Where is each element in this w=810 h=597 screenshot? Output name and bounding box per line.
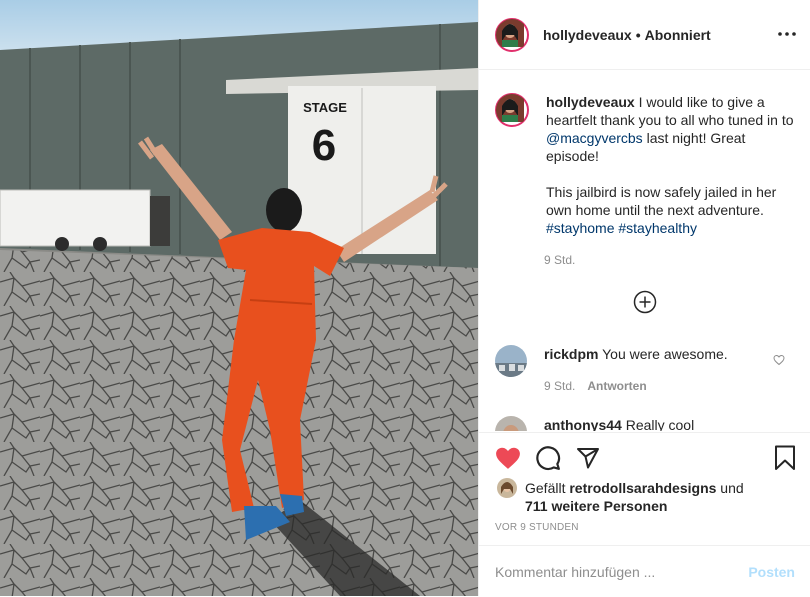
post-sidebar: hollydeveaux • Abonniert hollydeveaux I … (478, 0, 810, 596)
comments-list[interactable]: hollydeveaux I would like to give a hear… (479, 71, 810, 431)
mention-link[interactable]: @macgyvercbs (546, 130, 643, 146)
load-more-comments-icon[interactable] (633, 290, 657, 314)
instagram-post: STAGE 6 hollydeveaux • Abonniert hollyde… (0, 0, 810, 596)
likes-connector: und (716, 480, 744, 496)
commenter-username-link[interactable]: anthonys44 (544, 417, 622, 431)
likes-summary: Gefällt retrodollsarahdesigns und 711 we… (497, 478, 787, 515)
comment-text: You were awesome. (598, 346, 728, 362)
comment-timestamp[interactable]: 9 Std. (544, 377, 575, 395)
comment-input[interactable] (495, 563, 749, 580)
more-options-icon[interactable] (777, 24, 797, 44)
avatar-image (495, 345, 527, 377)
author-info: hollydeveaux • Abonniert (543, 27, 711, 43)
caption-timestamp[interactable]: 9 Std. (544, 253, 575, 267)
separator-dot: • (635, 26, 641, 43)
commenter-avatar[interactable] (495, 416, 527, 431)
avatar-image (496, 18, 524, 47)
comment-item: anthonys44 Really cool (495, 416, 795, 431)
author-username-link[interactable]: hollydeveaux (543, 27, 632, 43)
hashtag-link[interactable]: #stayhome (546, 220, 614, 236)
comment-item: rickdpm You were awesome. 9 Std. Antwort… (495, 345, 795, 395)
likes-count-link[interactable]: 711 weitere Personen (525, 498, 667, 514)
like-heart-icon[interactable] (495, 445, 521, 471)
caption: hollydeveaux I would like to give a hear… (495, 93, 794, 237)
bookmark-icon[interactable] (773, 445, 799, 471)
comment-bubble-icon[interactable] (535, 445, 561, 471)
avatar-image (497, 478, 517, 498)
author-avatar[interactable] (495, 17, 529, 52)
stage-number: 6 (312, 121, 336, 170)
likes-prefix: Gefällt (525, 480, 570, 496)
following-button[interactable]: Abonniert (645, 27, 711, 43)
liker-avatar[interactable] (497, 478, 517, 498)
commenter-username-link[interactable]: rickdpm (544, 346, 598, 362)
commenter-avatar[interactable] (495, 345, 527, 377)
add-comment-form: Posten (479, 545, 810, 597)
post-photo[interactable]: STAGE 6 (0, 0, 478, 596)
photo-illustration: STAGE 6 (0, 0, 478, 596)
post-header: hollydeveaux • Abonniert (479, 0, 810, 70)
comment-text: Really cool (621, 417, 695, 431)
stage-sign-text: STAGE (303, 100, 347, 115)
caption-text: hollydeveaux I would like to give a hear… (546, 93, 794, 237)
caption-avatar[interactable] (495, 93, 529, 127)
post-date[interactable]: VOR 9 STUNDEN (495, 522, 579, 533)
avatar-image (496, 94, 524, 122)
reply-button[interactable]: Antworten (587, 377, 646, 395)
post-comment-button[interactable]: Posten (748, 564, 795, 580)
avatar-image (495, 416, 527, 431)
post-actions: Gefällt retrodollsarahdesigns und 711 we… (479, 432, 810, 596)
caption-username-link[interactable]: hollydeveaux (546, 94, 635, 110)
caption-paragraph-2: This jailbird is now safely jailed in he… (546, 184, 777, 218)
like-comment-heart-icon[interactable] (773, 353, 785, 366)
liker-username-link[interactable]: retrodollsarahdesigns (569, 480, 716, 496)
share-paper-plane-icon[interactable] (575, 445, 601, 471)
hashtag-link[interactable]: #stayhealthy (618, 220, 697, 236)
